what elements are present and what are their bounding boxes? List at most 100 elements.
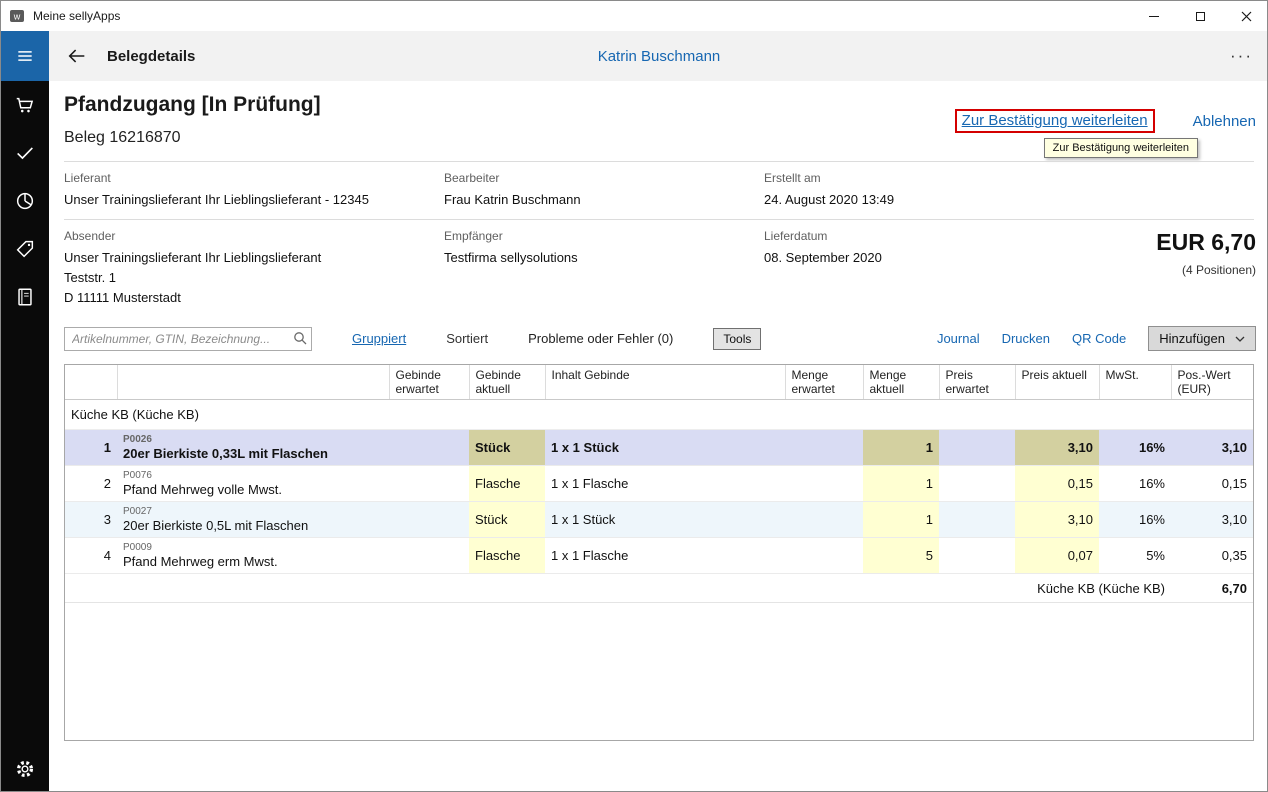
forward-for-confirmation-link[interactable]: Zur Bestätigung weiterleiten: [962, 112, 1148, 129]
table-row[interactable]: 2 P0076 Pfand Mehrweg volle Mwst. Flasch…: [65, 466, 1253, 502]
current-user: Katrin Buschmann: [49, 48, 1268, 65]
grouped-toggle[interactable]: Gruppiert: [352, 331, 406, 346]
more-menu-button[interactable]: ···: [1230, 46, 1253, 66]
divider: [64, 219, 1254, 220]
minimize-button[interactable]: [1131, 1, 1177, 31]
gebinde-erwartet-cell: [389, 538, 469, 574]
sidebar-item-tasks[interactable]: [1, 129, 49, 177]
positions-count: (4 Positionen): [1156, 263, 1256, 277]
sender-label: Absender: [64, 229, 321, 243]
search-input[interactable]: [64, 327, 312, 351]
group-footer-total: 6,70: [1171, 574, 1253, 603]
forward-link-focus-box: Zur Bestätigung weiterleiten: [955, 109, 1155, 133]
article-name: Pfand Mehrweg volle Mwst.: [123, 482, 383, 498]
list-toolbar: Gruppiert Sortiert Probleme oder Fehler …: [64, 326, 1256, 351]
row-number: 1: [65, 430, 117, 466]
gebinde-erwartet-cell: [389, 502, 469, 538]
sidebar-item-menu[interactable]: [1, 31, 49, 81]
supplier-label: Lieferant: [64, 171, 369, 185]
mwst-cell: 16%: [1099, 430, 1171, 466]
cart-icon: [14, 94, 36, 116]
settings-gear-icon: [14, 758, 36, 780]
document-actions: Zur Bestätigung weiterleiten Ablehnen: [955, 109, 1256, 133]
sidebar-item-catalog[interactable]: [1, 273, 49, 321]
group-header-label: Küche KB (Küche KB): [65, 400, 1253, 430]
reject-link[interactable]: Ablehnen: [1193, 113, 1256, 130]
table-row[interactable]: 4 P0009 Pfand Mehrweg erm Mwst. Flasche …: [65, 538, 1253, 574]
preis-erwartet-cell: [939, 466, 1015, 502]
article-cell: P0026 20er Bierkiste 0,33L mit Flaschen: [117, 430, 389, 466]
sidebar-item-cart[interactable]: [1, 81, 49, 129]
article-code: P0026: [123, 434, 383, 446]
toolbar-right: Journal Drucken QR Code Hinzufügen: [937, 326, 1256, 351]
supplier-value: Unser Trainingslieferant Ihr Lieblingsli…: [64, 190, 369, 210]
inhalt-gebinde-cell: 1 x 1 Flasche: [545, 538, 785, 574]
sorted-toggle[interactable]: Sortiert: [446, 331, 488, 346]
menge-aktuell-cell: 1: [863, 502, 939, 538]
print-link[interactable]: Drucken: [1002, 331, 1050, 346]
forward-link-tooltip: Zur Bestätigung weiterleiten: [1044, 138, 1198, 158]
document-total: EUR 6,70 (4 Positionen): [1156, 229, 1256, 277]
table-row[interactable]: 3 P0027 20er Bierkiste 0,5L mit Flaschen…: [65, 502, 1253, 538]
table-header-row: Gebinde erwartet Gebinde aktuell Inhalt …: [65, 365, 1253, 400]
inhalt-gebinde-cell: 1 x 1 Flasche: [545, 466, 785, 502]
positions-table: Gebinde erwartet Gebinde aktuell Inhalt …: [64, 364, 1254, 741]
close-icon: [1241, 11, 1252, 22]
group-footer-label: Küche KB (Küche KB): [65, 574, 1171, 603]
supplier-field: Lieferant Unser Trainingslieferant Ihr L…: [64, 171, 369, 210]
preis-erwartet-cell: [939, 538, 1015, 574]
col-header-preis-aktuell: Preis aktuell: [1015, 365, 1099, 400]
article-code: P0076: [123, 470, 383, 482]
group-footer-row: Küche KB (Küche KB) 6,70: [65, 574, 1253, 603]
add-button[interactable]: Hinzufügen: [1148, 326, 1256, 351]
maximize-button[interactable]: [1177, 1, 1223, 31]
problems-filter[interactable]: Probleme oder Fehler (0): [528, 331, 673, 346]
tools-button[interactable]: Tools: [713, 328, 761, 350]
document-title: Pfandzugang [In Prüfung]: [64, 93, 321, 117]
article-cell: P0009 Pfand Mehrweg erm Mwst.: [117, 538, 389, 574]
receiver-label: Empfänger: [444, 229, 578, 243]
table-row[interactable]: 1 P0026 20er Bierkiste 0,33L mit Flasche…: [65, 430, 1253, 466]
sidebar-item-prices[interactable]: [1, 225, 49, 273]
price-tag-icon: [14, 238, 36, 260]
editor-label: Bearbeiter: [444, 171, 581, 185]
back-arrow-icon: [66, 45, 88, 67]
preis-aktuell-cell: 0,07: [1015, 538, 1099, 574]
main-content: Pfandzugang [In Prüfung] Beleg 16216870 …: [49, 81, 1268, 792]
created-label: Erstellt am: [764, 171, 894, 185]
preis-erwartet-cell: [939, 502, 1015, 538]
pos-wert-cell: 0,15: [1171, 466, 1253, 502]
created-field: Erstellt am 24. August 2020 13:49: [764, 171, 894, 210]
article-code: P0009: [123, 542, 383, 554]
chevron-down-icon: [1235, 336, 1245, 342]
inhalt-gebinde-cell: 1 x 1 Stück: [545, 502, 785, 538]
window-controls: [1131, 1, 1268, 31]
sidebar-item-settings[interactable]: [1, 745, 49, 792]
sender-line1: Unser Trainingslieferant Ihr Lieblingsli…: [64, 248, 321, 268]
col-header-inhalt-gebinde: Inhalt Gebinde: [545, 365, 785, 400]
page-title: Belegdetails: [107, 48, 195, 65]
gebinde-aktuell-cell: Flasche: [469, 538, 545, 574]
total-amount: EUR 6,70: [1156, 229, 1256, 256]
row-number: 3: [65, 502, 117, 538]
mwst-cell: 5%: [1099, 538, 1171, 574]
qr-code-link[interactable]: QR Code: [1072, 331, 1126, 346]
article-name: 20er Bierkiste 0,33L mit Flaschen: [123, 446, 383, 462]
sidebar-item-statistics[interactable]: [1, 177, 49, 225]
receiver-value: Testfirma sellysolutions: [444, 248, 578, 268]
inhalt-gebinde-cell: 1 x 1 Stück: [545, 430, 785, 466]
col-header-gebinde-erwartet: Gebinde erwartet: [389, 365, 469, 400]
delivery-date-label: Lieferdatum: [764, 229, 882, 243]
pos-wert-cell: 3,10: [1171, 430, 1253, 466]
app-window: w Meine sellyApps: [0, 0, 1268, 792]
divider: [64, 161, 1254, 162]
delivery-date-value: 08. September 2020: [764, 248, 882, 268]
sender-line3: D 11111 Musterstadt: [64, 288, 321, 308]
journal-link[interactable]: Journal: [937, 331, 980, 346]
back-button[interactable]: [63, 42, 91, 70]
preis-aktuell-cell: 3,10: [1015, 502, 1099, 538]
col-header-menge-erwartet: Menge erwartet: [785, 365, 863, 400]
gebinde-erwartet-cell: [389, 466, 469, 502]
close-button[interactable]: [1223, 1, 1268, 31]
article-cell: P0027 20er Bierkiste 0,5L mit Flaschen: [117, 502, 389, 538]
